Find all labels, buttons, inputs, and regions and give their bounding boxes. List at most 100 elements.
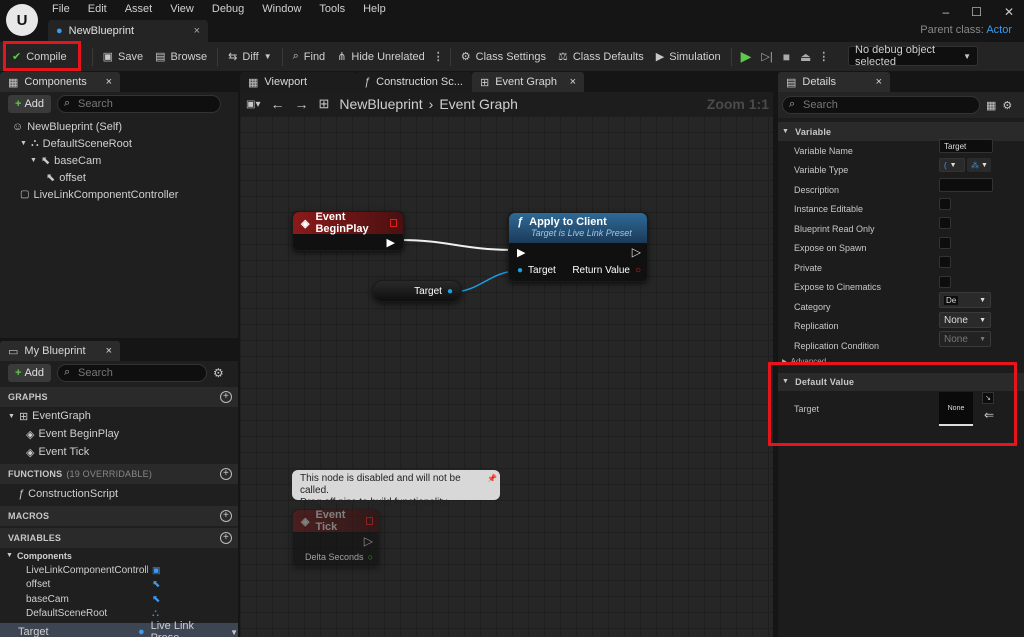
- add-variable-icon[interactable]: +: [220, 532, 232, 544]
- back-arrow-icon[interactable]: ←: [270, 96, 284, 112]
- chevron-down-icon[interactable]: ▼: [230, 628, 238, 637]
- target-pin[interactable]: ● Target: [517, 265, 556, 276]
- gear-icon[interactable]: ⚙: [213, 366, 224, 380]
- class-settings-button[interactable]: ⚙ Class Settings: [455, 45, 552, 69]
- add-graph-icon[interactable]: +: [220, 391, 232, 403]
- tree-item-event-beginplay[interactable]: ◈ Event BeginPlay: [0, 425, 238, 443]
- add-component-button[interactable]: + Add: [8, 95, 52, 113]
- exec-in-pin-icon[interactable]: ▶: [517, 246, 525, 259]
- gear-icon[interactable]: ⚙: [1002, 99, 1012, 112]
- category-dropdown[interactable]: De ▼: [939, 292, 991, 308]
- menu-asset[interactable]: Asset: [125, 3, 153, 15]
- menu-view[interactable]: View: [170, 3, 194, 15]
- tree-item-event-tick[interactable]: ◈ Event Tick: [0, 443, 238, 461]
- my-blueprint-search-input[interactable]: ⌕ Search: [57, 364, 208, 382]
- object-pin-icon[interactable]: ●: [447, 286, 453, 297]
- asset-picker-dropdown[interactable]: ↘: [982, 392, 994, 404]
- class-defaults-button[interactable]: ⚖ Class Defaults: [552, 45, 650, 69]
- find-button[interactable]: ⌕ Find: [287, 45, 332, 69]
- blueprint-read-only-checkbox[interactable]: [939, 217, 951, 229]
- save-button[interactable]: ▣ Save: [97, 45, 149, 69]
- forward-arrow-icon[interactable]: →: [294, 96, 308, 112]
- variables-section-header[interactable]: VARIABLES +: [0, 528, 238, 548]
- step-icon[interactable]: ▷|: [756, 50, 777, 63]
- diff-button[interactable]: ⇆ Diff ▼: [222, 45, 277, 69]
- hide-unrelated-button[interactable]: ⋔ Hide Unrelated: [331, 45, 431, 69]
- close-icon[interactable]: ×: [194, 25, 200, 37]
- tab-viewport[interactable]: ▦ Viewport: [240, 72, 356, 92]
- tree-item-construction-script[interactable]: ƒ ConstructionScript: [0, 484, 238, 504]
- delta-seconds-pin[interactable]: Delta Seconds ○: [305, 552, 373, 562]
- variable-item[interactable]: baseCam ⬉: [0, 592, 238, 607]
- add-macro-icon[interactable]: +: [220, 510, 232, 522]
- instance-editable-checkbox[interactable]: [939, 198, 951, 210]
- functions-section-header[interactable]: FUNCTIONS (19 OVERRIDABLE) +: [0, 464, 238, 484]
- details-tab[interactable]: ▤ Details ×: [778, 72, 890, 92]
- compile-options-icon[interactable]: ⋮: [73, 50, 88, 63]
- menu-file[interactable]: File: [52, 3, 70, 15]
- menu-window[interactable]: Window: [262, 3, 301, 15]
- replication-dropdown[interactable]: None ▼: [939, 312, 991, 328]
- breadcrumb-root[interactable]: NewBlueprint: [339, 96, 422, 112]
- return-value-pin[interactable]: Return Value ○: [572, 265, 641, 276]
- private-checkbox[interactable]: [939, 256, 951, 268]
- variable-name-input[interactable]: Target: [939, 139, 993, 153]
- simulation-button[interactable]: ▶ Simulation: [650, 45, 727, 69]
- close-window-icon[interactable]: ✕: [1004, 5, 1014, 19]
- variable-item-selected[interactable]: Target ● Live Link Prese ▼: [0, 620, 238, 637]
- variable-item[interactable]: DefaultSceneRoot ⛬: [0, 607, 238, 622]
- debug-object-select[interactable]: No debug object selected ▼: [848, 44, 978, 68]
- variables-category-components[interactable]: ▼ Components: [0, 548, 238, 563]
- description-input[interactable]: [939, 178, 993, 192]
- node-target-getter[interactable]: Target ●: [372, 280, 462, 302]
- compile-button[interactable]: ✔ Compile: [6, 45, 73, 69]
- eject-icon[interactable]: ⏏: [795, 50, 816, 64]
- components-search-input[interactable]: ⌕ Search: [57, 95, 222, 113]
- hide-unrelated-options-icon[interactable]: ⋮: [431, 50, 446, 63]
- close-icon[interactable]: ×: [106, 76, 112, 88]
- menu-help[interactable]: Help: [363, 3, 386, 15]
- exec-out-pin-icon[interactable]: ▷: [632, 245, 641, 259]
- close-icon[interactable]: ×: [570, 76, 576, 88]
- expose-on-spawn-checkbox[interactable]: [939, 237, 951, 249]
- variable-type-picker[interactable]: ( ▼: [939, 158, 965, 172]
- menu-edit[interactable]: Edit: [88, 3, 107, 15]
- grid-view-icon[interactable]: ▦: [986, 99, 996, 112]
- tree-item-basecam[interactable]: ▼ ⬉ baseCam: [0, 152, 238, 169]
- browse-button[interactable]: ▤ Browse: [149, 45, 213, 69]
- unreal-logo[interactable]: U: [6, 4, 38, 36]
- graphs-section-header[interactable]: GRAPHS +: [0, 387, 238, 407]
- close-icon[interactable]: ×: [876, 76, 882, 88]
- add-member-button[interactable]: + Add: [8, 364, 52, 382]
- my-blueprint-tab[interactable]: ▭ My Blueprint ×: [0, 341, 120, 361]
- menu-debug[interactable]: Debug: [212, 3, 244, 15]
- use-selected-icon[interactable]: ⇐: [982, 408, 996, 422]
- event-graph-canvas[interactable]: ◈ Event BeginPlay ▶ ƒ Apply to Client Ta…: [240, 116, 773, 637]
- exec-out-pin-icon[interactable]: ▶: [387, 236, 395, 249]
- tree-item-default-scene-root[interactable]: ▼ ⛬ DefaultSceneRoot: [0, 135, 238, 152]
- node-event-tick[interactable]: ◈ Event Tick ▷ Delta Seconds ○: [292, 509, 380, 567]
- delegate-pin-icon[interactable]: [390, 219, 397, 227]
- play-icon[interactable]: ▶: [736, 48, 757, 65]
- default-value-section-header[interactable]: ▼ Default Value: [778, 372, 1024, 391]
- exec-out-pin-icon[interactable]: ▷: [364, 534, 373, 548]
- maximize-icon[interactable]: ☐: [971, 5, 982, 19]
- node-event-beginplay[interactable]: ◈ Event BeginPlay ▶: [292, 211, 404, 251]
- tree-item-self[interactable]: ☺ NewBlueprint (Self): [0, 118, 238, 135]
- add-function-icon[interactable]: +: [220, 468, 232, 480]
- stop-icon[interactable]: ■: [778, 50, 795, 64]
- macros-section-header[interactable]: MACROS +: [0, 506, 238, 526]
- tree-item-event-graph[interactable]: ▼ ⊞ EventGraph: [0, 407, 238, 425]
- container-type-picker[interactable]: ⁂ ▼: [967, 158, 991, 172]
- tab-event-graph[interactable]: ⊞ Event Graph ×: [472, 72, 584, 92]
- advanced-row[interactable]: ▶ Advanced: [778, 356, 1024, 368]
- document-tab[interactable]: ● NewBlueprint ×: [48, 20, 208, 42]
- tree-item-livelink-controller[interactable]: ▢ LiveLinkComponentController: [0, 186, 238, 203]
- components-tab[interactable]: ▦ Components ×: [0, 72, 120, 92]
- replication-condition-dropdown[interactable]: None ▼: [939, 331, 991, 347]
- tab-construction-script[interactable]: ƒ Construction Sc...: [356, 72, 472, 92]
- minimize-icon[interactable]: –: [942, 5, 949, 19]
- details-search-input[interactable]: ⌕ Search: [782, 96, 980, 114]
- expose-to-cinematics-checkbox[interactable]: [939, 276, 951, 288]
- breadcrumb-current[interactable]: Event Graph: [439, 96, 518, 112]
